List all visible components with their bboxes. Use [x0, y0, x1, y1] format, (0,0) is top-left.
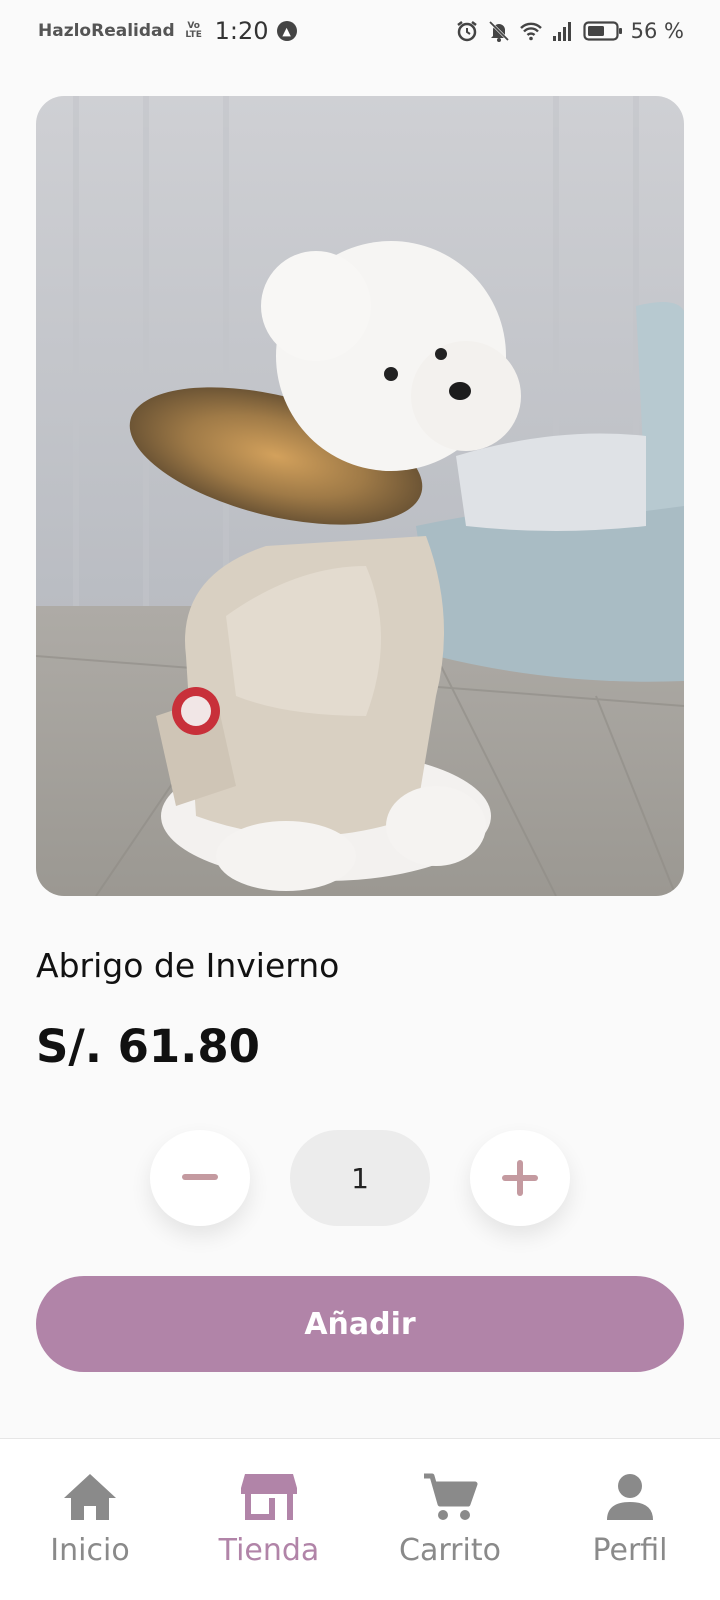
volte-badge: Vo LTE [185, 21, 202, 40]
cart-icon [424, 1473, 478, 1520]
add-to-cart-button[interactable]: Añadir [36, 1276, 684, 1372]
store-icon [241, 1474, 297, 1520]
product-price: S/. 61.80 [36, 1020, 260, 1073]
quantity-decrease-button[interactable] [150, 1130, 250, 1226]
product-detail-screen: HazloRealidad Vo LTE 1:20 ▲ 56 % Abrigo … [0, 0, 720, 1600]
battery-icon [583, 21, 622, 41]
status-left: HazloRealidad Vo LTE 1:20 ▲ [38, 17, 297, 45]
nav-item-inicio[interactable]: Inicio [15, 1439, 165, 1600]
nav-item-tienda[interactable]: Tienda [194, 1439, 344, 1600]
wifi-icon [519, 22, 542, 41]
minus-icon [182, 1174, 218, 1180]
carrier-name: HazloRealidad [38, 21, 175, 41]
plus-icon [502, 1160, 538, 1196]
nav-item-perfil[interactable]: Perfil [555, 1439, 705, 1600]
product-image [36, 96, 684, 896]
product-name: Abrigo de Invierno [36, 946, 340, 985]
nav-label-perfil: Perfil [592, 1533, 668, 1568]
home-icon [64, 1474, 116, 1520]
status-time: 1:20 [214, 17, 269, 45]
battery-percent: 56 % [630, 19, 684, 43]
nav-label-tienda: Tienda [218, 1533, 320, 1568]
nav-label-carrito: Carrito [399, 1533, 501, 1568]
app-notification-icon: ▲ [276, 21, 297, 41]
quantity-increase-button[interactable] [470, 1130, 570, 1226]
nav-label-inicio: Inicio [50, 1533, 130, 1568]
status-right: 56 % [455, 19, 684, 43]
dog-coat-photo [36, 96, 684, 896]
signal-icon [552, 22, 571, 41]
bell-muted-icon [488, 20, 509, 42]
alarm-icon [456, 21, 477, 42]
nav-item-carrito[interactable]: Carrito [375, 1439, 525, 1600]
user-icon [607, 1474, 653, 1520]
quantity-value: 1 [290, 1130, 430, 1226]
bottom-navigation: Inicio Tienda Carrito Perfil [0, 1438, 720, 1600]
status-bar: HazloRealidad Vo LTE 1:20 ▲ 56 % [0, 0, 720, 62]
